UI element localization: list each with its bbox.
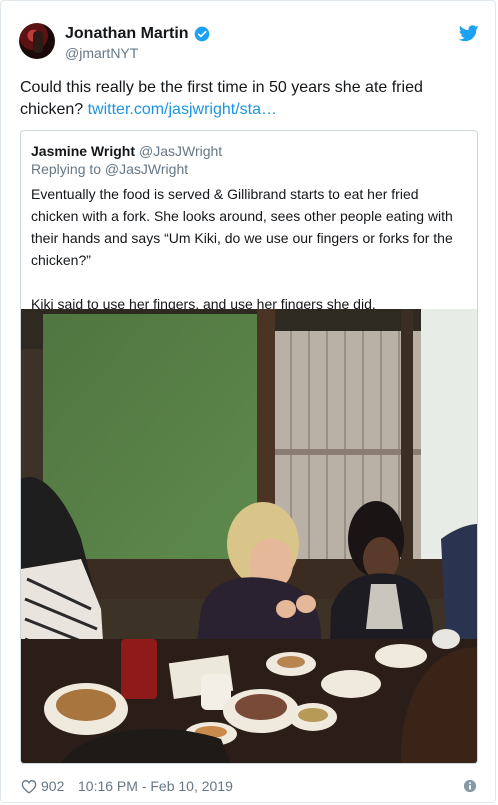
tweet-card: Jonathan Martin @jmartNYT Could this rea… (0, 0, 496, 803)
info-icon[interactable] (463, 779, 477, 793)
tweet-text: Could this really be the first time in 5… (20, 77, 460, 121)
author-name[interactable]: Jonathan Martin (65, 25, 189, 43)
verified-icon (194, 26, 210, 42)
quote-author-name: Jasmine Wright (31, 143, 135, 159)
quoted-tweet[interactable]: Jasmine Wright @JasJWright Replying to @J… (20, 130, 478, 764)
twitter-bird-icon[interactable] (459, 25, 479, 42)
tweet-link[interactable]: twitter.com/jasjwright/sta… (88, 101, 277, 118)
avatar[interactable] (19, 23, 55, 59)
quote-text: Eventually the food is served & Gillibra… (31, 183, 467, 315)
quote-author: Jasmine Wright @JasJWright (31, 143, 222, 159)
author-handle[interactable]: @jmartNYT (65, 45, 138, 61)
quote-photo[interactable] (21, 309, 477, 764)
heart-icon[interactable] (21, 779, 37, 794)
timestamp[interactable]: 10:16 PM - Feb 10, 2019 (78, 778, 233, 794)
quote-replying-to: Replying to @JasJWright (31, 161, 189, 177)
quote-paragraph-1: Eventually the food is served & Gillibra… (31, 186, 453, 268)
quote-author-handle: @JasJWright (139, 143, 223, 159)
like-count[interactable]: 902 (41, 778, 64, 794)
